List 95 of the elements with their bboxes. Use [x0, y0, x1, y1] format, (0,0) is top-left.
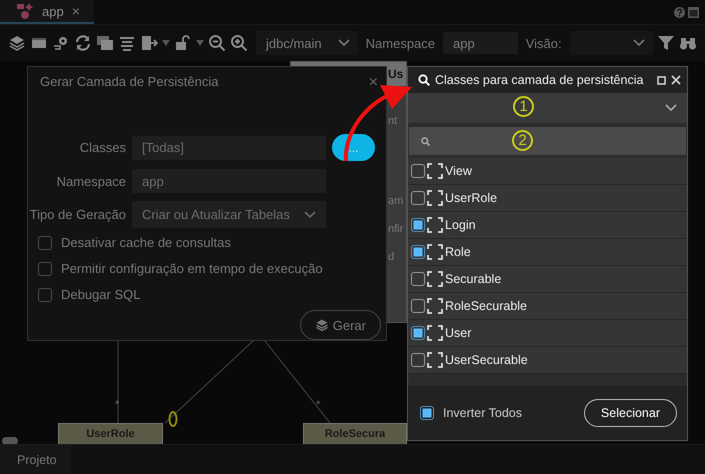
class-name: Securable [445, 272, 502, 286]
generation-type-dropdown[interactable]: Criar ou Atualizar Tabelas [132, 201, 326, 228]
caret-icon[interactable] [196, 40, 204, 46]
annotation-marker: 1 [513, 96, 534, 117]
checkbox[interactable] [411, 245, 425, 259]
namespace-label: Namespace [366, 36, 436, 50]
document-tab[interactable]: app × [0, 0, 94, 24]
dialog-title: Gerar Camada de Persistência [40, 74, 218, 91]
class-name: Role [445, 245, 471, 259]
class-name: Login [445, 218, 476, 232]
class-list-item[interactable]: RoleSecurable [408, 293, 687, 320]
checkbox[interactable] [411, 299, 425, 313]
class-list-item[interactable]: UserSecurable [408, 347, 687, 374]
help-icon[interactable] [674, 6, 685, 18]
checkbox[interactable] [38, 288, 52, 302]
field-label: Classes [78, 140, 126, 155]
link-marker [168, 411, 178, 427]
class-list-item[interactable]: Login [408, 212, 687, 239]
class-icon [427, 325, 443, 341]
class-name: User [445, 326, 472, 340]
annotation-marker: 2 [512, 130, 533, 151]
close-button[interactable]: × [368, 74, 378, 103]
class-icon [427, 298, 443, 314]
checkbox-label: Debugar SQL [61, 287, 140, 302]
class-icon [427, 190, 443, 206]
checkbox-label: Inverter Todos [443, 406, 522, 420]
zoom-out-icon[interactable] [208, 34, 226, 52]
panel-title: Classes para camada de persistência [435, 73, 644, 87]
chevron-down-icon [304, 210, 316, 218]
select-button[interactable]: Selecionar [584, 399, 677, 427]
multiplicity-label: * [115, 399, 120, 411]
export-icon[interactable] [140, 34, 158, 52]
class-icon [427, 163, 443, 179]
project-tab[interactable]: Projeto [0, 445, 71, 474]
diagram-icon [16, 2, 34, 20]
close-icon[interactable] [671, 75, 681, 85]
checkbox[interactable] [411, 272, 425, 286]
classes-field[interactable]: [Todas] [132, 136, 326, 160]
caret-icon[interactable] [162, 40, 170, 46]
class-name: UserSecurable [445, 353, 528, 367]
namespace-field[interactable]: app [132, 169, 326, 193]
view-label: Visão: [526, 36, 562, 50]
entity-field: am [388, 195, 406, 209]
unlock-icon[interactable] [174, 34, 192, 52]
refresh-icon[interactable] [74, 34, 92, 52]
checkbox-label: Permitir configuração em tempo de execução [61, 261, 323, 276]
namespace-field[interactable]: app [443, 32, 518, 54]
window-icon[interactable] [688, 6, 699, 18]
chevron-down-icon [338, 39, 350, 47]
layers-icon [314, 318, 329, 332]
layers-icon[interactable] [8, 34, 26, 52]
scrollbar-thumb[interactable] [2, 437, 18, 444]
checkbox[interactable] [38, 236, 52, 250]
entity-field: nt [388, 115, 406, 129]
entity-title: Us [388, 66, 404, 81]
maximize-icon[interactable] [657, 76, 666, 84]
class-name: View [445, 164, 472, 178]
search-field[interactable]: 2 [409, 127, 686, 155]
entity-field: nfir [388, 223, 406, 237]
checkbox[interactable] [411, 218, 425, 232]
chevron-down-icon [665, 104, 677, 112]
class-list-item[interactable]: Securable [408, 266, 687, 293]
class-name: UserRole [445, 191, 498, 205]
class-name: RoleSecurable [445, 299, 527, 313]
search-icon [421, 136, 430, 146]
tab-close-button[interactable]: × [72, 3, 80, 19]
class-list-item[interactable]: User [408, 320, 687, 347]
class-list-item[interactable]: View [408, 158, 687, 185]
field-label: Tipo de Geração [28, 207, 126, 222]
checkbox-label: Desativar cache de consultas [61, 235, 231, 250]
multiplicity-label: * [316, 399, 320, 411]
checkbox[interactable] [411, 164, 425, 178]
tab-title: app [42, 4, 64, 18]
class-icon [427, 244, 443, 260]
field-label: Namespace [56, 174, 126, 188]
filter-dropdown[interactable]: 1 [408, 93, 687, 123]
checkbox[interactable] [38, 262, 52, 276]
checkbox[interactable] [411, 326, 425, 340]
zoom-in-icon[interactable] [230, 34, 248, 52]
checkbox[interactable] [420, 406, 434, 420]
checkbox[interactable] [411, 191, 425, 205]
class-icon [427, 271, 443, 287]
class-list-item[interactable]: UserRole [408, 185, 687, 212]
datasource-dropdown[interactable]: jdbc/main [256, 31, 358, 55]
filter-icon[interactable] [657, 34, 675, 52]
entity-field: d [388, 251, 406, 265]
chevron-down-icon [633, 39, 645, 47]
checkbox[interactable] [411, 353, 425, 367]
align-center-icon[interactable] [118, 34, 136, 52]
stacked-windows-icon[interactable] [96, 34, 114, 52]
search-icon [418, 74, 430, 86]
class-icon [427, 217, 443, 233]
class-icon [427, 352, 443, 368]
class-list-item[interactable]: Role [408, 239, 687, 266]
generate-button[interactable]: Gerar [300, 310, 381, 340]
